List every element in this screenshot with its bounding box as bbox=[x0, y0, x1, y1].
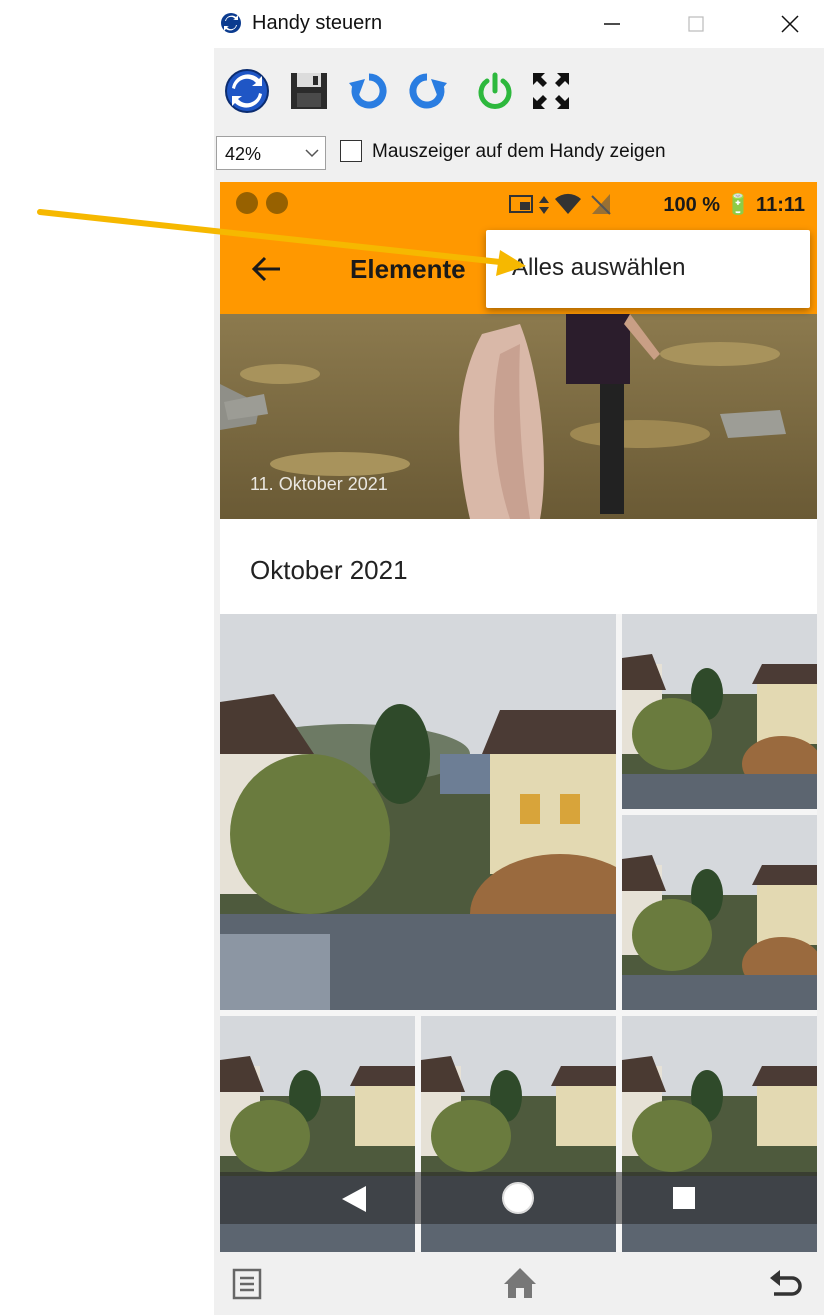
nav-recents-icon[interactable] bbox=[672, 1186, 696, 1210]
back-arrow-icon[interactable] bbox=[250, 254, 282, 284]
photo-image bbox=[622, 614, 817, 809]
app-bar-title: Elemente bbox=[350, 254, 466, 284]
status-right-text: 100 % 🔋 11:11 bbox=[663, 194, 805, 216]
close-button[interactable] bbox=[770, 6, 810, 42]
photo-thumbnail[interactable] bbox=[622, 815, 817, 1010]
minimize-button[interactable] bbox=[592, 6, 632, 42]
save-icon bbox=[291, 73, 327, 109]
window-bottom-bar bbox=[220, 1252, 817, 1315]
toolbar bbox=[214, 58, 824, 128]
photo-grid bbox=[220, 614, 817, 1252]
options-row: 42% Mauszeiger auf dem Handy zeigen bbox=[214, 134, 824, 174]
rotate-left-icon bbox=[349, 73, 387, 109]
photo-image bbox=[622, 815, 817, 1010]
menu-item-select-all[interactable]: Alles auswählen bbox=[512, 254, 685, 282]
nav-back-icon[interactable] bbox=[340, 1184, 368, 1214]
nav-home-icon[interactable] bbox=[500, 1180, 536, 1216]
rotate-left-button[interactable] bbox=[344, 66, 394, 116]
minimize-icon bbox=[604, 23, 620, 25]
photo-thumbnail[interactable] bbox=[220, 614, 616, 1010]
show-cursor-label: Mauszeiger auf dem Handy zeigen bbox=[372, 141, 666, 162]
phone-status-bar: 100 % 🔋 11:11 bbox=[220, 182, 817, 228]
section-header: Oktober 2021 bbox=[220, 519, 817, 614]
wifi-icon bbox=[555, 193, 581, 214]
zoom-select[interactable]: 42% bbox=[216, 136, 326, 170]
fullscreen-button[interactable] bbox=[526, 66, 576, 116]
chevron-down-icon bbox=[305, 149, 319, 158]
photo-top[interactable]: 11. Oktober 2021 bbox=[220, 314, 817, 519]
rotate-right-icon bbox=[409, 73, 447, 109]
no-signal-icon bbox=[591, 194, 611, 215]
undo-icon[interactable] bbox=[768, 1268, 804, 1300]
refresh-button[interactable] bbox=[222, 66, 272, 116]
power-icon bbox=[478, 72, 512, 109]
close-icon bbox=[781, 15, 799, 33]
notification-icon bbox=[236, 192, 258, 214]
refresh-icon bbox=[225, 69, 269, 113]
maximize-icon bbox=[688, 16, 704, 32]
window-title: Handy steuern bbox=[252, 12, 383, 34]
save-button[interactable] bbox=[284, 66, 334, 116]
photo-thumbnail[interactable] bbox=[622, 614, 817, 809]
app-logo-icon bbox=[221, 13, 241, 33]
title-bar: Handy steuern bbox=[214, 0, 824, 48]
app-notification-icon bbox=[266, 192, 288, 214]
zoom-value: 42% bbox=[225, 144, 262, 164]
show-cursor-checkbox[interactable] bbox=[340, 140, 362, 162]
phone-screen[interactable]: 100 % 🔋 11:11 Elemente 11. Oktober 2021 … bbox=[220, 182, 817, 1252]
photo-date-label: 11. Oktober 2021 bbox=[250, 474, 388, 494]
home-icon[interactable] bbox=[502, 1266, 538, 1300]
app-window: Handy steuern 42% Mauszeiger auf dem Han… bbox=[214, 0, 824, 1315]
cast-icon bbox=[509, 195, 533, 213]
overflow-menu: Alles auswählen bbox=[486, 230, 810, 308]
android-nav-bar bbox=[220, 1172, 817, 1224]
photo-image bbox=[220, 614, 616, 1010]
data-transfer-icon bbox=[539, 196, 549, 214]
menu-list-icon[interactable] bbox=[232, 1268, 262, 1300]
fullscreen-icon bbox=[533, 73, 569, 109]
power-button[interactable] bbox=[470, 66, 520, 116]
section-header-text: Oktober 2021 bbox=[250, 555, 408, 585]
maximize-button[interactable] bbox=[676, 6, 716, 42]
rotate-right-button[interactable] bbox=[402, 66, 452, 116]
